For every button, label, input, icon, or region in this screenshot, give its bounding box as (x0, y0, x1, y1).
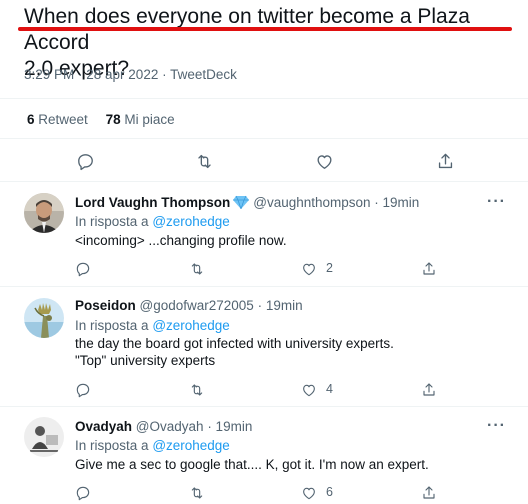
retweets-count: 6 (27, 112, 35, 127)
reply-tweet[interactable]: Lord Vaughn Thompson @vaughnthompson · 19… (0, 181, 528, 286)
reply-time[interactable]: · 19min (258, 298, 303, 313)
like-button[interactable] (298, 258, 320, 280)
share-button[interactable] (434, 150, 456, 172)
like-icon (316, 154, 332, 169)
likes-label: Mi piace (124, 112, 175, 127)
retweet-button[interactable] (186, 379, 208, 401)
retweet-icon (191, 384, 203, 396)
reply-icon (76, 262, 90, 277)
reply-to-link[interactable]: @zerohedge (152, 214, 230, 229)
likes-count: 78 (105, 112, 121, 127)
reply-button[interactable] (72, 482, 94, 504)
reply-tweet[interactable]: Ovadyah @Ovadyah · 19min In risposta a @… (0, 406, 528, 502)
like-icon (303, 263, 315, 276)
reply-body: Give me a sec to google that.... K, got … (75, 457, 429, 472)
retweets-label: Retweet (38, 112, 88, 127)
retweet-icon (197, 154, 211, 168)
divider (0, 98, 528, 99)
tweet-stats: 6 Retweet 78 Mi piace (27, 112, 189, 127)
reply-button[interactable] (72, 258, 94, 280)
share-icon (423, 262, 435, 275)
reply-to-link[interactable]: @zerohedge (152, 318, 230, 333)
reply-body-line-2: "Top" university experts (75, 353, 216, 368)
like-button[interactable] (313, 150, 335, 172)
author-name[interactable]: Poseidon (75, 298, 136, 313)
reply-button[interactable] (72, 379, 94, 401)
reply-button[interactable] (74, 150, 96, 172)
like-icon (303, 384, 315, 397)
tweet-meta: 3:29 PM · 28 apr 2022 · TweetDeck (24, 67, 237, 82)
likes-stat[interactable]: 78 Mi piace (106, 112, 175, 127)
divider (0, 138, 528, 139)
like-button[interactable] (298, 482, 320, 504)
share-icon (438, 153, 452, 168)
retweet-icon (191, 263, 203, 275)
reply-context: In risposta a @zerohedge (75, 318, 230, 333)
share-button[interactable] (418, 258, 440, 280)
reply-prefix: In risposta a (75, 438, 149, 453)
reply-action-bar: 6 (0, 482, 528, 502)
reply-action-bar: 4 (0, 379, 528, 399)
reply-prefix: In risposta a (75, 214, 149, 229)
author-handle[interactable]: @godofwar272005 (140, 298, 254, 313)
reply-to-link[interactable]: @zerohedge (152, 438, 230, 453)
like-button[interactable] (298, 379, 320, 401)
share-button[interactable] (418, 482, 440, 504)
retweet-button[interactable] (186, 482, 208, 504)
reply-tweet[interactable]: Poseidon @godofwar272005 · 19min In risp… (0, 286, 528, 406)
more-button[interactable]: ··· (487, 417, 506, 435)
more-button[interactable]: ··· (487, 193, 506, 211)
highlight-underline (18, 27, 512, 31)
reply-context: In risposta a @zerohedge (75, 214, 230, 229)
reply-icon (77, 153, 93, 170)
tweet-action-bar (0, 150, 528, 174)
author-handle[interactable]: @vaughnthompson (253, 195, 370, 210)
like-count: 6 (326, 485, 333, 499)
reply-time[interactable]: · 19min (207, 419, 252, 434)
reply-prefix: In risposta a (75, 318, 149, 333)
author-handle[interactable]: @Ovadyah (136, 419, 204, 434)
like-count: 2 (326, 261, 333, 275)
diamond-icon (233, 195, 250, 209)
reply-context: In risposta a @zerohedge (75, 438, 230, 453)
share-icon (423, 383, 435, 396)
avatar[interactable] (24, 298, 64, 338)
avatar[interactable] (24, 417, 64, 457)
reply-icon (76, 383, 90, 398)
reply-action-bar: 2 (0, 258, 528, 278)
reply-time[interactable]: · 19min (374, 195, 419, 210)
reply-body: <incoming> ...changing profile now. (75, 233, 287, 248)
retweets-stat[interactable]: 6 Retweet (27, 112, 88, 127)
retweet-button[interactable] (193, 150, 215, 172)
share-button[interactable] (418, 379, 440, 401)
author-name[interactable]: Lord Vaughn Thompson (75, 195, 230, 210)
avatar[interactable] (24, 193, 64, 233)
reply-body-line-1: the day the board got infected with univ… (75, 336, 394, 351)
retweet-button[interactable] (186, 258, 208, 280)
author-name[interactable]: Ovadyah (75, 419, 132, 434)
like-count: 4 (326, 382, 333, 396)
